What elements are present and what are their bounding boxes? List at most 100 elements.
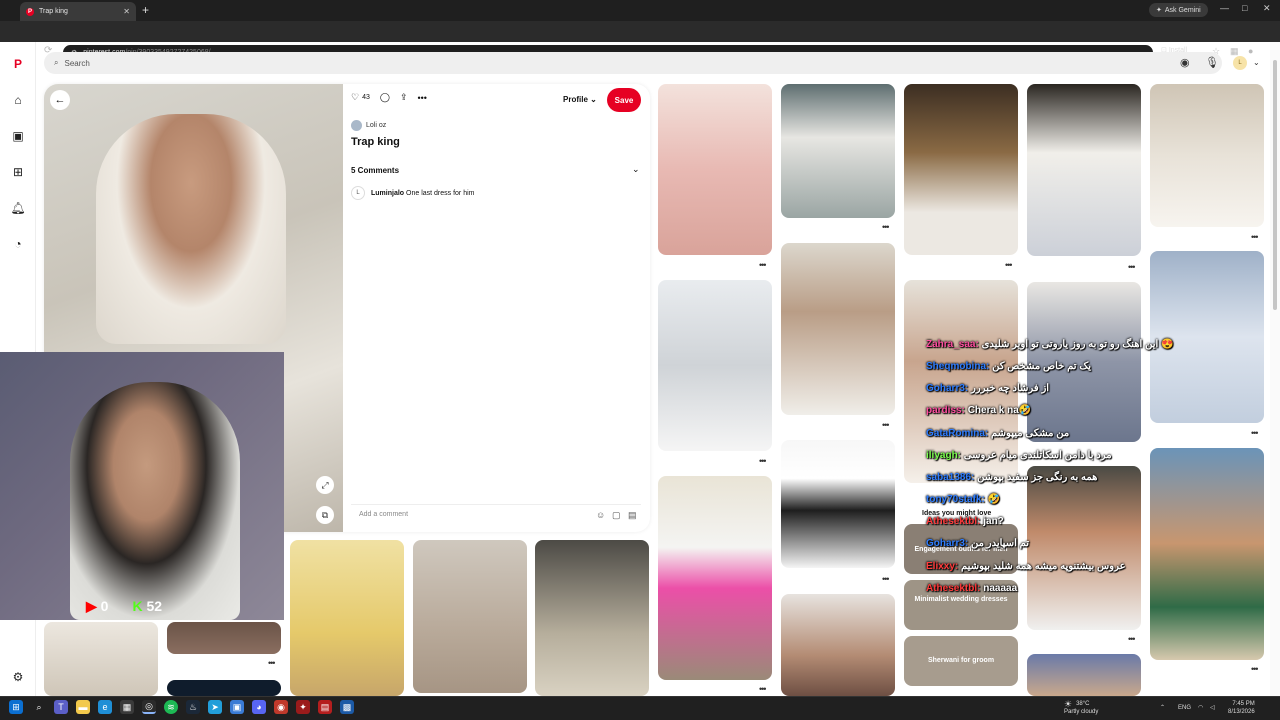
browser-tab[interactable]: P Trap king ✕ [20, 2, 136, 21]
pin-tile[interactable] [1027, 654, 1141, 696]
maximize-icon[interactable]: □ [1242, 3, 1247, 13]
search-input[interactable]: Search [64, 59, 89, 68]
more-options-icon[interactable]: ••• [759, 260, 767, 270]
back-arrow-icon[interactable]: ← [50, 90, 70, 110]
pin-tile[interactable] [413, 540, 527, 693]
more-options-icon[interactable]: ••• [882, 222, 890, 232]
pin-tile[interactable] [290, 540, 404, 696]
more-options-icon[interactable]: ••• [759, 456, 767, 466]
camera-search-icon[interactable]: ◉ [1180, 56, 1190, 69]
user-avatar[interactable]: L [1233, 56, 1247, 70]
more-options-icon[interactable]: ••• [1251, 232, 1259, 242]
visual-search-icon[interactable]: ⧉ [316, 506, 334, 524]
volume-icon[interactable]: ◁ [1210, 704, 1215, 712]
pin-tile[interactable] [658, 476, 772, 680]
messages-icon[interactable]: ◔ [10, 236, 26, 252]
more-options-icon[interactable]: ••• [268, 658, 276, 668]
pin-tile[interactable] [44, 622, 158, 696]
lang-indicator[interactable]: ENG [1178, 704, 1191, 712]
pin-tile[interactable] [1150, 84, 1264, 227]
pin-tile[interactable] [658, 280, 772, 451]
heart-icon[interactable]: ♡ [351, 92, 359, 103]
save-button[interactable]: Save [607, 88, 641, 112]
app-icon[interactable]: ✦ [296, 700, 310, 714]
settings-gear-icon[interactable]: ⚙ [10, 669, 26, 685]
pin-tile[interactable] [781, 84, 895, 218]
add-comment-field[interactable]: Add a comment ☺ ▢ ▤ [351, 504, 641, 524]
search-bar[interactable]: ⌕ Search [44, 52, 1222, 74]
search-taskbar-icon[interactable]: ⌕ [32, 700, 46, 714]
app-icon[interactable]: ▣ [230, 700, 244, 714]
image-upload-icon[interactable]: ▤ [628, 510, 637, 521]
app-icon[interactable]: ◉ [274, 700, 288, 714]
edge-icon[interactable]: e [98, 700, 112, 714]
telegram-icon[interactable]: ➤ [208, 700, 222, 714]
webcam-overlay [0, 352, 284, 620]
pin-tile[interactable] [904, 84, 1018, 255]
pinterest-logo-icon[interactable]: P [10, 56, 26, 72]
more-options-icon[interactable]: ••• [1005, 260, 1013, 270]
more-options-icon[interactable]: ••• [418, 93, 427, 103]
more-options-icon[interactable]: ••• [1128, 634, 1136, 644]
pin-title: Trap king [351, 136, 400, 148]
weather-widget[interactable]: ☀ 38°C Partly cloudy [1064, 700, 1098, 716]
notifications-bell-icon[interactable]: 🔔︎ [10, 200, 26, 216]
profile-avatar-icon[interactable]: ● [1248, 46, 1253, 56]
store-icon[interactable]: ▦ [120, 700, 134, 714]
home-icon[interactable]: ⌂ [10, 92, 26, 108]
create-icon[interactable]: ⊞ [10, 164, 26, 180]
clock[interactable]: 7:45 PM 8/13/2026 [1228, 700, 1255, 716]
pin-tile[interactable] [658, 84, 772, 255]
chat-message: Goharr3: تم اسپایدر من [926, 538, 1030, 549]
profile-dropdown[interactable]: Profile ⌄ [563, 95, 597, 104]
pin-tile[interactable] [535, 540, 649, 696]
pin-tile[interactable] [1027, 84, 1141, 256]
close-tab-icon[interactable]: ✕ [123, 7, 130, 16]
microphone-icon[interactable]: 🎙︎ [1205, 56, 1219, 69]
app-icon[interactable]: ▤ [318, 700, 332, 714]
explore-icon[interactable]: ▣ [10, 128, 26, 144]
pin-tile[interactable] [167, 680, 281, 696]
more-options-icon[interactable]: ••• [1251, 664, 1259, 674]
pin-tile[interactable] [1150, 448, 1264, 660]
chrome-taskbar-icon[interactable]: ◎ [142, 700, 156, 714]
start-menu-icon[interactable]: ⊞ [9, 700, 23, 714]
share-icon[interactable]: ⇪ [400, 92, 408, 103]
new-tab-button[interactable]: + [142, 3, 149, 17]
more-options-icon[interactable]: ••• [1128, 262, 1136, 272]
more-options-icon[interactable]: ••• [1251, 428, 1259, 438]
spotify-icon[interactable]: ≋ [164, 700, 178, 714]
account-chevron-icon[interactable]: ⌄ [1253, 58, 1260, 67]
scrollbar-thumb[interactable] [1273, 60, 1277, 310]
pin-author[interactable]: Loli oz [351, 120, 386, 131]
wifi-icon[interactable]: ◠ [1198, 704, 1203, 712]
expand-icon[interactable]: ⤢ [316, 476, 334, 494]
pin-tile[interactable] [781, 440, 895, 568]
file-explorer-icon[interactable]: ▬ [76, 700, 90, 714]
emoji-icon[interactable]: ☺ [596, 510, 605, 520]
pin-tile[interactable] [167, 622, 281, 654]
pin-tile[interactable] [1150, 251, 1264, 423]
pin-tile[interactable] [781, 243, 895, 415]
minimize-icon[interactable]: — [1220, 3, 1229, 13]
app-icon[interactable]: ▩ [340, 700, 354, 714]
pin-tile[interactable] [781, 594, 895, 696]
close-window-icon[interactable]: ✕ [1263, 3, 1271, 14]
discord-icon[interactable]: ◕ [252, 700, 266, 714]
comment-icon[interactable]: ◯ [380, 92, 390, 103]
more-options-icon[interactable]: ••• [882, 420, 890, 430]
sticker-icon[interactable]: ▢ [612, 510, 621, 521]
commenter-avatar[interactable]: L [351, 186, 365, 200]
like-count: 43 [362, 94, 370, 101]
more-options-icon[interactable]: ••• [759, 684, 767, 694]
comments-collapse-icon[interactable]: ⌄ [632, 164, 640, 175]
teams-icon[interactable]: T [54, 700, 68, 714]
pin-tile[interactable] [1027, 466, 1141, 630]
commenter-name[interactable]: Luminjalo [371, 190, 404, 197]
kick-viewers: K 52 [132, 598, 163, 614]
tray-chevron-icon[interactable]: ⌃ [1160, 704, 1165, 712]
steam-icon[interactable]: ♨ [186, 700, 200, 714]
ask-gemini-button[interactable]: ✦ Ask Gemini [1149, 3, 1208, 17]
comments-header[interactable]: 5 Comments [351, 166, 399, 175]
more-options-icon[interactable]: ••• [882, 574, 890, 584]
